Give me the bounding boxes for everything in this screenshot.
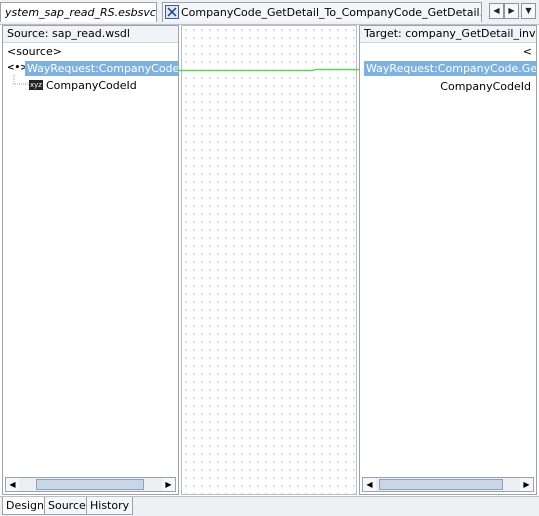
scroll-right-button[interactable]: ▶ bbox=[520, 478, 533, 491]
tab-scroll-left-button[interactable]: ◀ bbox=[489, 3, 504, 19]
arrow-right-icon: ▶ bbox=[523, 480, 530, 489]
source-horizontal-scrollbar[interactable]: ◀ ▶ bbox=[5, 477, 176, 492]
scroll-left-button[interactable]: ◀ bbox=[363, 478, 376, 491]
arrow-left-icon: ◀ bbox=[9, 480, 16, 489]
source-pane-title: Source: sap_read.wsdl bbox=[3, 26, 178, 43]
editor-tab-bar: ystem_sap_read_RS.esbsvc CompanyCode_Get… bbox=[0, 0, 539, 25]
arrow-left-icon: ◀ bbox=[366, 480, 373, 489]
tab-scroll-right-button[interactable]: ▶ bbox=[504, 3, 519, 19]
source-root-node[interactable]: <source> bbox=[7, 44, 62, 59]
target-horizontal-scrollbar[interactable]: ◀ ▶ bbox=[362, 477, 534, 492]
chevron-right-icon: ▶ bbox=[508, 6, 515, 15]
arrow-right-icon: ▶ bbox=[165, 480, 172, 489]
target-request-node[interactable]: WayRequest:CompanyCode.GetDe bbox=[364, 61, 536, 76]
tab-xsl-map[interactable]: CompanyCode_GetDetail_To_CompanyCode_Get… bbox=[162, 2, 482, 22]
source-pane: Source: sap_read.wsdl <source> <•> WayRe… bbox=[2, 25, 179, 495]
tab-source[interactable]: Source bbox=[44, 497, 90, 515]
chevron-left-icon: ◀ bbox=[493, 6, 500, 15]
chevron-down-icon: ▼ bbox=[525, 6, 532, 15]
target-pane-title: Target: company_GetDetail_invoke bbox=[360, 26, 536, 43]
source-companycodeid-node[interactable]: CompanyCodeId bbox=[46, 78, 137, 93]
scroll-thumb[interactable] bbox=[36, 479, 144, 490]
tab-design[interactable]: Design bbox=[2, 497, 48, 515]
string-type-icon: xyz bbox=[29, 80, 43, 90]
target-root-node[interactable]: < bbox=[523, 44, 532, 59]
tab-list-menu-button[interactable]: ▼ bbox=[521, 3, 536, 19]
source-request-node[interactable]: WayRequest:CompanyCode.Ge bbox=[25, 61, 178, 76]
scroll-right-button[interactable]: ▶ bbox=[162, 478, 175, 491]
target-pane: Target: company_GetDetail_invoke < WayRe… bbox=[359, 25, 537, 495]
tab-esbsvc-label: ystem_sap_read_RS.esbsvc bbox=[5, 6, 156, 19]
tab-history[interactable]: History bbox=[86, 497, 134, 515]
tab-esbsvc[interactable]: ystem_sap_read_RS.esbsvc bbox=[0, 2, 157, 22]
tab-xsl-map-label: CompanyCode_GetDetail_To_CompanyCode_Get… bbox=[181, 6, 482, 19]
scroll-thumb[interactable] bbox=[379, 479, 503, 490]
scroll-left-button[interactable]: ◀ bbox=[6, 478, 19, 491]
xsl-map-icon bbox=[165, 5, 179, 19]
target-companycodeid-node[interactable]: CompanyCodeId bbox=[440, 79, 531, 94]
mapping-canvas[interactable] bbox=[181, 25, 357, 495]
editor-mode-tabs: Design Source History bbox=[0, 496, 539, 516]
mapping-line[interactable] bbox=[178, 60, 364, 76]
